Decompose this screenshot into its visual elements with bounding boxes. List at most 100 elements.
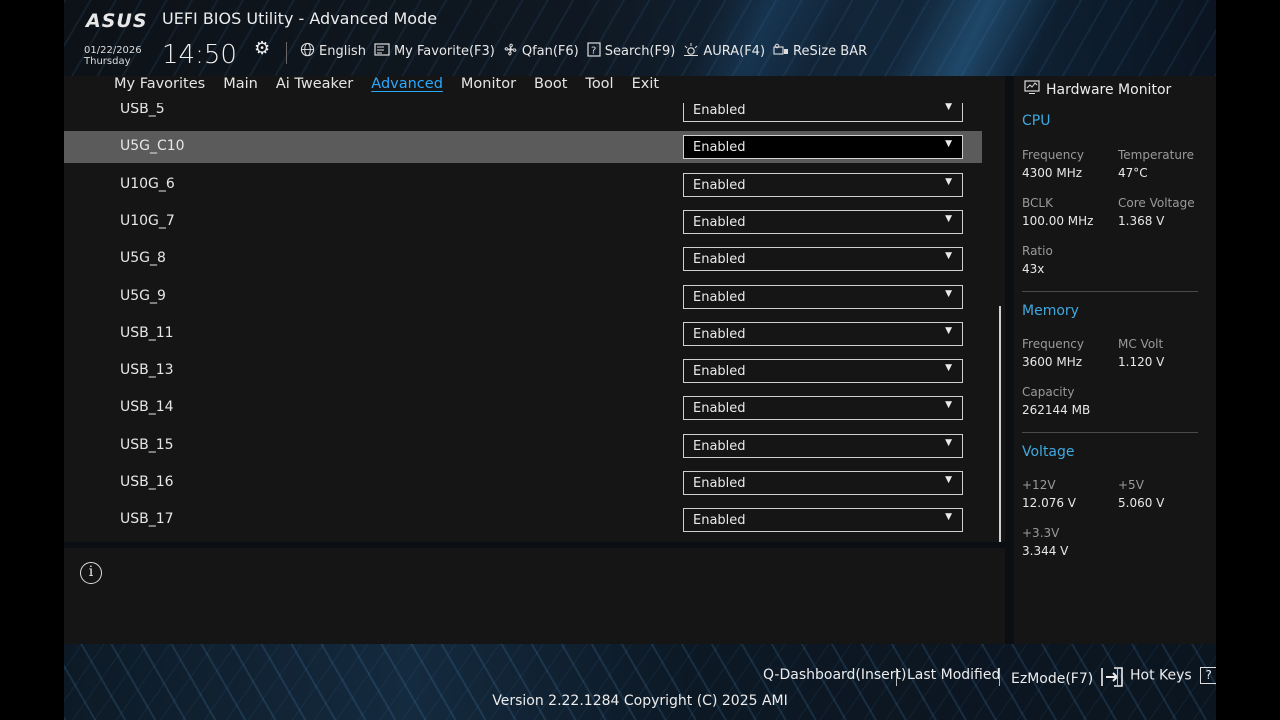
ratio-label: Ratio [1022, 244, 1053, 258]
setting-label: USB_17 [120, 511, 174, 528]
favorite-icon [374, 42, 390, 61]
v5-label: +5V [1118, 478, 1144, 492]
search-icon: ? [587, 42, 601, 61]
qfan-button[interactable]: Qfan(F6) [503, 42, 579, 61]
hardware-monitor-title: Hardware Monitor [1046, 81, 1172, 98]
dropdown-value: Enabled [693, 140, 746, 156]
setting-row[interactable]: U5G_8 Enabled ▼ [64, 243, 982, 275]
setting-dropdown[interactable]: Enabled ▼ [683, 284, 963, 309]
voltage-heading: Voltage [1022, 444, 1075, 460]
setting-row[interactable]: U5G_C10 Enabled ▼ [64, 131, 982, 164]
setting-dropdown[interactable]: Enabled ▼ [683, 359, 963, 384]
info-icon: i [80, 562, 102, 584]
search-button[interactable]: ? Search(F9) [587, 42, 676, 61]
q-dashboard-button[interactable]: Q-Dashboard(Insert) [763, 667, 907, 683]
aura-label: AURA(F4) [703, 44, 766, 59]
setting-row[interactable]: USB_11 Enabled ▼ [64, 318, 982, 350]
v33-value: 3.344 V [1022, 544, 1069, 558]
setting-dropdown[interactable]: Enabled ▼ [683, 135, 963, 160]
dropdown-value: Enabled [693, 364, 746, 380]
setting-row[interactable]: USB_17 Enabled ▼ [64, 504, 982, 536]
chevron-down-icon: ▼ [945, 512, 952, 523]
hardware-monitor-header: Hardware Monitor [1024, 80, 1171, 99]
language-button[interactable]: English [300, 42, 366, 61]
setting-dropdown[interactable]: Enabled ▼ [683, 172, 963, 197]
ezmode-button[interactable]: EzMode(F7) [1011, 667, 1124, 691]
gear-icon[interactable]: ⚙ [254, 38, 270, 59]
setting-row[interactable]: U10G_6 Enabled ▼ [64, 169, 982, 201]
setting-dropdown[interactable]: Enabled ▼ [683, 209, 963, 234]
capacity-label: Capacity [1022, 385, 1075, 399]
capacity-value: 262144 MB [1022, 403, 1091, 417]
search-label: Search(F9) [604, 44, 676, 59]
scrollbar[interactable] [999, 306, 1001, 542]
setting-label: USB_11 [120, 324, 174, 341]
window-title: UEFI BIOS Utility - Advanced Mode [162, 9, 438, 28]
v5-value: 5.060 V [1118, 496, 1165, 510]
memory-frequency-label: Frequency [1022, 337, 1084, 351]
cpu-temperature-label: Temperature [1118, 148, 1195, 162]
hardware-monitor-panel: Hardware Monitor CPU Frequency 4300 MHz … [1014, 76, 1216, 644]
setting-row[interactable]: U5G_9 Enabled ▼ [64, 281, 982, 313]
tab-tool[interactable]: Tool [585, 76, 613, 98]
setting-row[interactable]: U10G_7 Enabled ▼ [64, 206, 982, 238]
ezmode-label: EzMode(F7) [1011, 671, 1094, 687]
setting-label: USB_14 [120, 399, 174, 416]
dropdown-value: Enabled [693, 289, 746, 305]
tab-boot[interactable]: Boot [534, 76, 567, 98]
tab-exit[interactable]: Exit [632, 76, 659, 98]
chevron-down-icon: ▼ [945, 139, 952, 150]
setting-dropdown[interactable]: Enabled ▼ [683, 247, 963, 272]
dropdown-value: Enabled [693, 326, 746, 342]
footer-divider [896, 668, 897, 686]
date-text: 01/22/2026 [84, 45, 142, 56]
bios-window: ASUS UEFI BIOS Utility - Advanced Mode 0… [64, 0, 1216, 720]
dropdown-value: Enabled [693, 177, 746, 193]
svg-text:?: ? [591, 46, 596, 57]
setting-dropdown[interactable]: Enabled ▼ [683, 321, 963, 346]
setting-label: USB_13 [120, 362, 174, 379]
aura-button[interactable]: AURA(F4) [683, 42, 765, 61]
my-favorite-button[interactable]: My Favorite(F3) [374, 42, 495, 61]
version-text: Version 2.22.1284 Copyright (C) 2025 AMI [492, 693, 788, 709]
setting-dropdown[interactable]: Enabled ▼ [683, 396, 963, 421]
tab-monitor[interactable]: Monitor [461, 76, 516, 98]
cpu-heading: CPU [1022, 113, 1051, 129]
setting-label: USB_16 [120, 474, 174, 490]
v12-label: +12V [1022, 478, 1056, 492]
divider [1022, 432, 1198, 433]
setting-row[interactable]: USB_13 Enabled ▼ [64, 355, 982, 387]
chevron-down-icon: ▼ [945, 288, 952, 299]
help-icon: ? [1200, 667, 1216, 684]
chevron-down-icon: ▼ [945, 400, 952, 411]
setting-row[interactable]: USB_15 Enabled ▼ [64, 430, 982, 462]
aura-icon [683, 42, 699, 61]
tab-main[interactable]: Main [223, 76, 258, 98]
setting-label: U10G_6 [120, 175, 175, 192]
dropdown-value: Enabled [693, 401, 746, 417]
memory-frequency-value: 3600 MHz [1022, 355, 1083, 369]
core-voltage-value: 1.368 V [1118, 214, 1165, 228]
cpu-frequency-value: 4300 MHz [1022, 166, 1083, 180]
resize-bar-button[interactable]: ReSize BAR [773, 43, 867, 61]
main-tabs: My Favorites Main Ai Tweaker Advanced Monito… [114, 76, 659, 98]
hot-keys-button[interactable]: Hot Keys ? [1130, 667, 1216, 684]
setting-dropdown[interactable]: Enabled ▼ [683, 433, 963, 458]
tab-ai-tweaker[interactable]: Ai Tweaker [276, 76, 353, 98]
setting-label: U10G_7 [120, 212, 175, 229]
chevron-down-icon: ▼ [945, 102, 952, 112]
dropdown-value: Enabled [693, 476, 746, 491]
tab-my-favorites[interactable]: My Favorites [114, 76, 205, 98]
qfan-label: Qfan(F6) [521, 44, 579, 59]
footer-bar: Q-Dashboard(Insert) Last Modified EzMode… [64, 664, 1216, 688]
setting-row[interactable]: USB_14 Enabled ▼ [64, 392, 982, 424]
setting-dropdown[interactable]: Enabled ▼ [683, 508, 963, 533]
setting-dropdown[interactable]: Enabled ▼ [683, 471, 963, 495]
tab-advanced[interactable]: Advanced [371, 76, 443, 98]
last-modified-button[interactable]: Last Modified [907, 667, 1000, 683]
chevron-down-icon: ▼ [945, 475, 952, 485]
bclk-value: 100.00 MHz [1022, 214, 1094, 228]
dropdown-value: Enabled [693, 438, 746, 454]
help-panel: i [64, 548, 1005, 644]
setting-row[interactable]: USB_16 Enabled ▼ [64, 467, 982, 499]
